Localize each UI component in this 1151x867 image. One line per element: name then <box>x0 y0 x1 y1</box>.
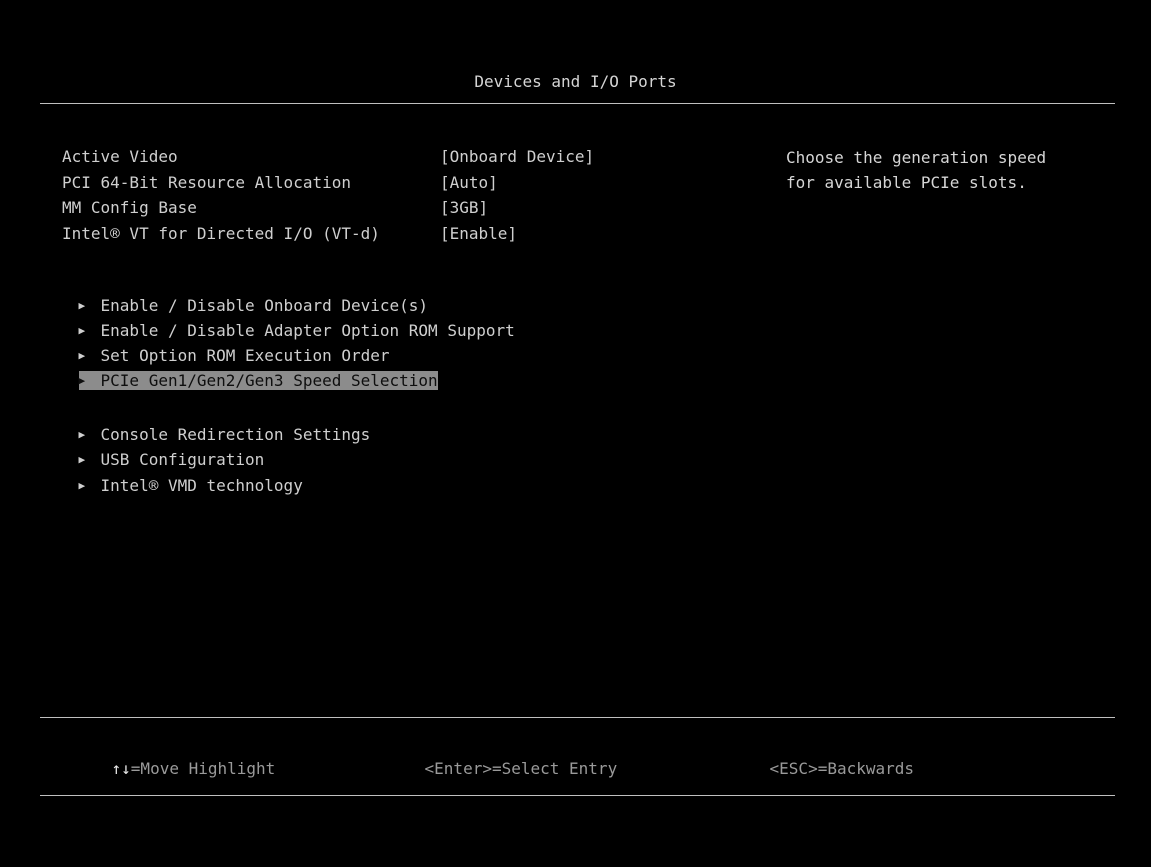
footer-select-entry: <Enter>=Select Entry <box>386 736 618 778</box>
setting-pci-64bit-value[interactable]: [Auto] <box>440 172 498 194</box>
footer-top-divider <box>40 717 1115 718</box>
footer-bottom-divider <box>40 795 1115 796</box>
submenu-arrow-icon: ▶ <box>78 374 86 387</box>
footer-move-highlight: ↑↓=Move Highlight <box>73 736 276 778</box>
footer-move-label: =Move Highlight <box>130 759 276 778</box>
footer-esc-key: <ESC> <box>769 759 818 778</box>
setting-vtd-label: Intel® VT for Directed I/O (VT-d) <box>62 224 380 243</box>
bios-screen: Devices and I/O Ports Active Video [Onbo… <box>0 0 1151 867</box>
submenu-adapter-option-rom[interactable]: ▶ Enable / Disable Adapter Option ROM Sup… <box>40 298 515 340</box>
setting-vtd-value[interactable]: [Enable] <box>440 223 517 245</box>
submenu-pcie-speed-selection[interactable]: ▶ PCIe Gen1/Gen2/Gen3 Speed Selection <box>40 348 438 390</box>
header-divider <box>40 103 1115 104</box>
submenu-arrow-icon: ▶ <box>78 479 86 492</box>
submenu-console-redirection[interactable]: ▶ Console Redirection Settings <box>40 402 371 444</box>
submenu-option-rom-order[interactable]: ▶ Set Option ROM Execution Order <box>40 323 390 365</box>
setting-mm-config-label: MM Config Base <box>62 198 197 217</box>
submenu-onboard-devices[interactable]: ▶ Enable / Disable Onboard Device(s) <box>40 273 429 315</box>
submenu-usb-configuration[interactable]: ▶ USB Configuration <box>40 427 265 469</box>
up-down-arrows-icon: ↑↓ <box>111 759 131 778</box>
setting-active-video-label: Active Video <box>62 147 178 166</box>
setting-mm-config-value[interactable]: [3GB] <box>440 197 488 219</box>
footer-backwards: <ESC>=Backwards <box>731 736 915 778</box>
submenu-label: PCIe Gen1/Gen2/Gen3 Speed Selection <box>100 371 438 390</box>
help-text: Choose the generation speed for availabl… <box>786 148 1047 192</box>
setting-pci-64bit-label: PCI 64-Bit Resource Allocation <box>62 173 351 192</box>
submenu-label: Intel® VMD technology <box>100 476 303 495</box>
page-title: Devices and I/O Ports <box>474 72 677 91</box>
footer-enter-key: <Enter> <box>424 759 492 778</box>
footer-back-label: =Backwards <box>817 759 915 778</box>
submenu-intel-vmd[interactable]: ▶ Intel® VMD technology <box>40 453 303 495</box>
setting-active-video-value[interactable]: [Onboard Device] <box>440 146 594 168</box>
footer-select-label: =Select Entry <box>491 759 618 778</box>
